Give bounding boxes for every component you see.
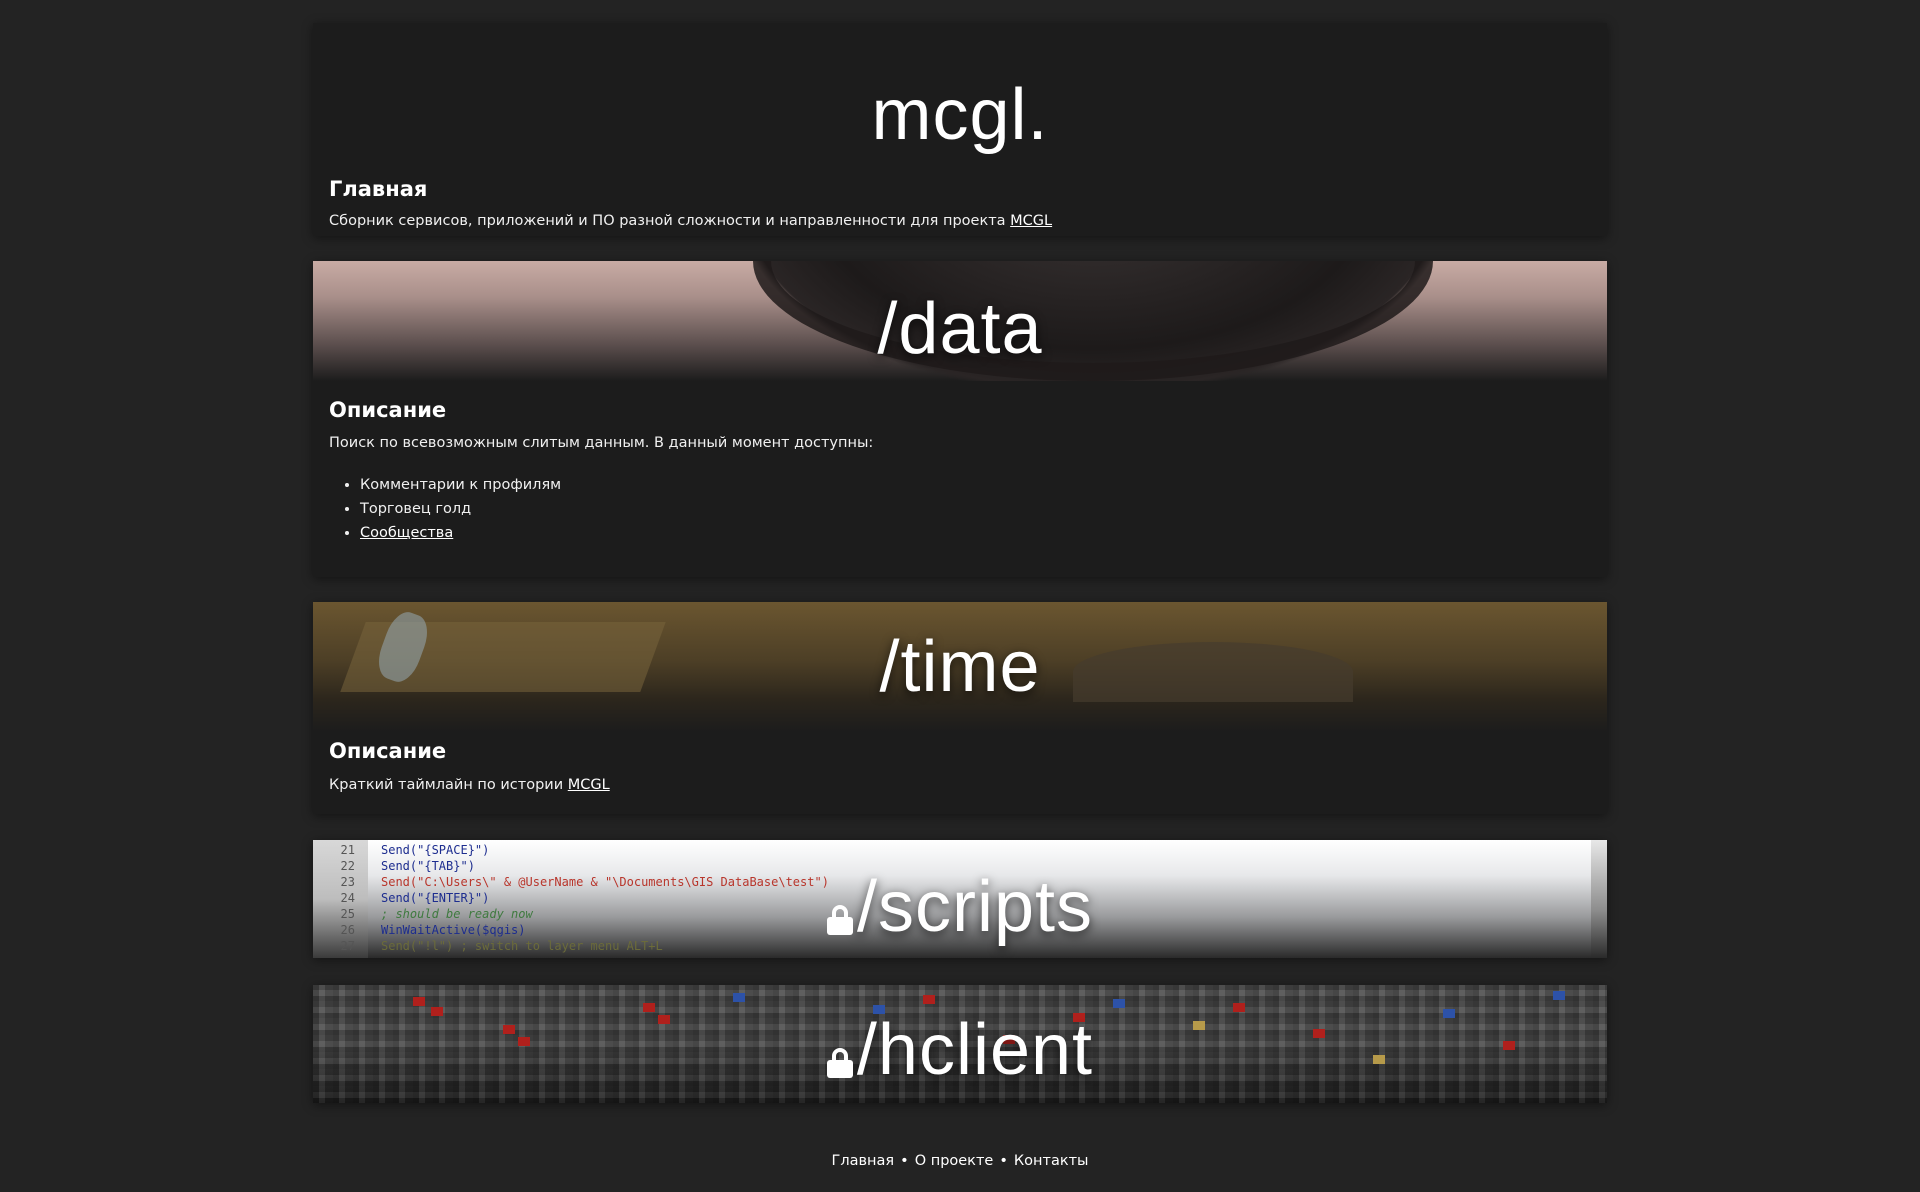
time-title[interactable]: /time xyxy=(313,622,1607,712)
footer-nav: Главная • О проекте • Контакты xyxy=(0,1153,1920,1169)
hclient-banner[interactable]: /hclient xyxy=(313,985,1607,1103)
hclient-title[interactable]: /hclient xyxy=(857,1010,1093,1090)
hclient-title-row[interactable]: /hclient xyxy=(313,1005,1607,1095)
scripts-banner[interactable]: 21 Send("{SPACE}") 22 Send("{TAB}") 23 Send… xyxy=(313,840,1607,958)
mcgl-link[interactable]: MCGL xyxy=(1010,213,1052,229)
communities-link[interactable]: Сообщества xyxy=(360,525,453,541)
list-item: Комментарии к профилям xyxy=(360,473,561,497)
scripts-card[interactable]: 21 Send("{SPACE}") 22 Send("{TAB}") 23 Send… xyxy=(313,840,1607,958)
lock-icon xyxy=(826,1048,853,1078)
scripts-title[interactable]: /scripts xyxy=(857,867,1093,947)
home-description-text: Сборник сервисов, приложений и ПО разной… xyxy=(329,213,1006,229)
time-heading: Описание xyxy=(329,739,447,763)
home-description: Сборник сервисов, приложений и ПО разной… xyxy=(329,213,1052,229)
footer-separator: • xyxy=(900,1153,909,1169)
home-heading: Главная xyxy=(329,177,428,201)
list-item: Сообщества xyxy=(360,521,561,545)
data-card: /data Описание Поиск по всевозможным сли… xyxy=(313,261,1607,577)
data-source-list: Комментарии к профилям Торговец голд Соо… xyxy=(360,473,561,545)
scripts-title-row[interactable]: /scripts xyxy=(313,862,1607,952)
ore-block xyxy=(923,995,935,1004)
hclient-card[interactable]: /hclient xyxy=(313,985,1607,1103)
footer-link-contacts[interactable]: Контакты xyxy=(1014,1153,1089,1169)
ore-block xyxy=(733,993,745,1002)
code-line: 21 Send("{SPACE}") xyxy=(340,843,490,857)
site-logo[interactable]: mcgl. xyxy=(313,71,1607,159)
mcgl-link[interactable]: MCGL xyxy=(568,777,610,793)
time-description-text: Краткий таймлайн по истории xyxy=(329,777,564,793)
data-description: Поиск по всевозможным слитым данным. В д… xyxy=(329,435,874,451)
data-title[interactable]: /data xyxy=(313,289,1607,369)
time-card: /time Описание Краткий таймлайн по истор… xyxy=(313,602,1607,814)
footer-link-about[interactable]: О проекте xyxy=(915,1153,994,1169)
ore-block xyxy=(1553,991,1565,1000)
time-description: Краткий таймлайн по истории MCGL xyxy=(329,777,610,793)
lock-icon xyxy=(826,905,853,935)
footer-link-home[interactable]: Главная xyxy=(831,1153,894,1169)
time-banner[interactable]: /time xyxy=(313,602,1607,732)
footer-separator: • xyxy=(999,1153,1008,1169)
list-item: Торговец голд xyxy=(360,497,561,521)
data-banner[interactable]: /data xyxy=(313,261,1607,381)
home-card: mcgl. Главная Сборник сервисов, приложен… xyxy=(313,23,1607,236)
data-heading: Описание xyxy=(329,398,447,422)
